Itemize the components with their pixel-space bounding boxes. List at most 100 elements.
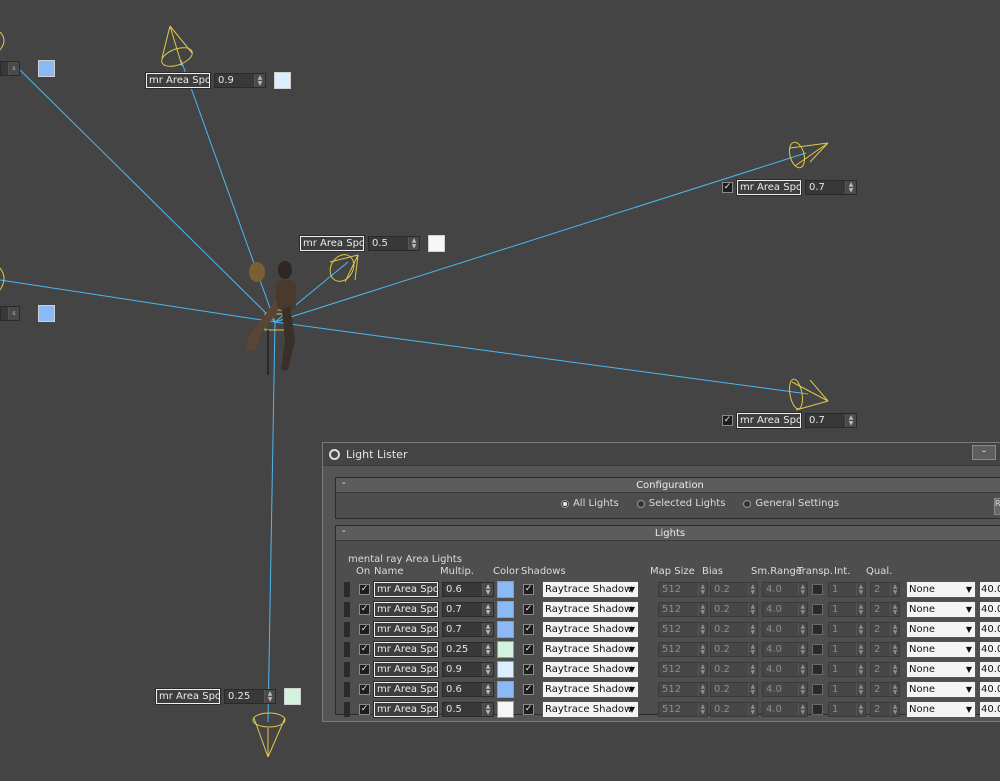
spinner-arrows[interactable]: ▲ ▼ bbox=[482, 603, 493, 616]
spinner-arrows[interactable]: ▲ ▼ bbox=[747, 583, 757, 596]
spinner-arrows[interactable]: ▲ ▼ bbox=[697, 583, 707, 596]
spinner-arrows[interactable]: ▲ ▼ bbox=[482, 583, 493, 596]
int-spinner[interactable]: 1 ▲ ▼ bbox=[828, 602, 866, 617]
spinner-arrows[interactable]: ▲ ▼ bbox=[264, 690, 275, 703]
multiplier-value[interactable]: 0.7 bbox=[806, 414, 845, 427]
transparency-checkbox[interactable] bbox=[812, 704, 823, 715]
spinner-arrows[interactable]: ▲ ▼ bbox=[797, 683, 807, 696]
spinner-arrows[interactable]: ▲ ▼ bbox=[697, 603, 707, 616]
multiplier-spinner[interactable]: 0.6 ▲ ▼ bbox=[442, 682, 494, 697]
light-name-field[interactable]: mr Area Spot bbox=[373, 581, 439, 598]
shadow-type-dropdown[interactable]: Raytrace Shadow ▼ bbox=[542, 641, 639, 658]
row-select-strip[interactable] bbox=[344, 622, 350, 637]
map-size-spinner[interactable]: 512 ▲ ▼ bbox=[658, 602, 708, 617]
light-color-swatch[interactable] bbox=[497, 681, 514, 698]
projector-dropdown[interactable]: None ▼ bbox=[906, 641, 976, 658]
viewport-light-label[interactable]: mr Area Spot 0.5 ▲ ▼ bbox=[299, 235, 445, 252]
light-color-swatch[interactable] bbox=[428, 235, 445, 252]
spinner-arrows[interactable]: ▲ ▼ bbox=[482, 663, 493, 676]
transparency-checkbox[interactable] bbox=[812, 664, 823, 675]
refresh-button[interactable]: R bbox=[994, 498, 1000, 515]
map-size-spinner[interactable]: 512 ▲ ▼ bbox=[658, 642, 708, 657]
multiplier-spinner[interactable]: 0.7 ▲ ▼ bbox=[442, 622, 494, 637]
viewport-light-label-partial[interactable]: s bbox=[0, 60, 55, 77]
decay-value-field[interactable]: 40.0 bbox=[980, 602, 1000, 617]
spinner-arrows[interactable]: ▲ ▼ bbox=[797, 603, 807, 616]
decay-value-field[interactable]: 40.0 bbox=[980, 702, 1000, 717]
transparency-checkbox[interactable] bbox=[812, 684, 823, 695]
light-on-checkbox[interactable]: ✓ bbox=[722, 415, 733, 426]
sm-range-spinner[interactable]: 4.0 ▲ ▼ bbox=[762, 682, 808, 697]
multiplier-spinner[interactable]: 0.5 ▲ ▼ bbox=[442, 702, 494, 717]
multiplier-value[interactable]: 0.6 bbox=[443, 583, 482, 596]
viewport-light-label[interactable]: ✓ mr Area Spot 0.7 ▲ ▼ bbox=[722, 412, 857, 429]
light-color-swatch[interactable] bbox=[497, 641, 514, 658]
row-select-strip[interactable] bbox=[344, 642, 350, 657]
multiplier-spinner[interactable]: s bbox=[0, 306, 20, 321]
spinner-arrows[interactable]: ▲ ▼ bbox=[890, 623, 899, 636]
collapse-icon[interactable]: - bbox=[342, 478, 346, 489]
radio-all-lights[interactable]: All Lights bbox=[560, 498, 619, 509]
spinner-arrows[interactable]: ▲ ▼ bbox=[890, 703, 899, 716]
light-color-swatch[interactable] bbox=[274, 72, 291, 89]
map-size-spinner[interactable]: 512 ▲ ▼ bbox=[658, 662, 708, 677]
spinner-arrows[interactable]: ▲ ▼ bbox=[482, 703, 493, 716]
spinner-arrows[interactable]: ▲ ▼ bbox=[855, 603, 865, 616]
qual-spinner[interactable]: 2 ▲ ▼ bbox=[870, 702, 900, 717]
sm-range-spinner[interactable]: 4.0 ▲ ▼ bbox=[762, 602, 808, 617]
spinner-arrows[interactable]: ▲ ▼ bbox=[697, 623, 707, 636]
qual-spinner[interactable]: 2 ▲ ▼ bbox=[870, 662, 900, 677]
row-select-strip[interactable] bbox=[344, 582, 350, 597]
row-select-strip[interactable] bbox=[344, 662, 350, 677]
spinner-arrows[interactable]: ▲ ▼ bbox=[855, 583, 865, 596]
projector-dropdown[interactable]: None ▼ bbox=[906, 581, 976, 598]
light-on-checkbox[interactable]: ✓ bbox=[359, 704, 370, 715]
multiplier-spinner[interactable]: 0.9 ▲ ▼ bbox=[214, 73, 266, 88]
light-on-checkbox[interactable]: ✓ bbox=[722, 182, 733, 193]
light-name-field[interactable]: mr Area Spot bbox=[373, 681, 439, 698]
bias-spinner[interactable]: 0.2 ▲ ▼ bbox=[710, 582, 758, 597]
multiplier-value[interactable]: 0.7 bbox=[443, 623, 482, 636]
row-select-strip[interactable] bbox=[344, 682, 350, 697]
spinner-arrows[interactable]: ▲ ▼ bbox=[797, 623, 807, 636]
spinner-arrows[interactable]: ▲ ▼ bbox=[747, 603, 757, 616]
spinner-arrows[interactable]: ▲ ▼ bbox=[482, 643, 493, 656]
multiplier-spinner[interactable]: 0.9 ▲ ▼ bbox=[442, 662, 494, 677]
multiplier-value[interactable]: 0.5 bbox=[443, 703, 482, 716]
radio-unselected-icon[interactable] bbox=[636, 499, 645, 508]
bias-spinner[interactable]: 0.2 ▲ ▼ bbox=[710, 682, 758, 697]
int-spinner[interactable]: 1 ▲ ▼ bbox=[828, 702, 866, 717]
light-name-field[interactable]: mr Area Spot bbox=[736, 412, 802, 429]
qual-spinner[interactable]: 2 ▲ ▼ bbox=[870, 642, 900, 657]
spinner-arrows[interactable]: ▲ ▼ bbox=[747, 663, 757, 676]
light-color-swatch[interactable] bbox=[284, 688, 301, 705]
bias-spinner[interactable]: 0.2 ▲ ▼ bbox=[710, 702, 758, 717]
light-color-swatch[interactable] bbox=[497, 701, 514, 718]
light-name-field[interactable]: mr Area Spot bbox=[373, 621, 439, 638]
light-on-checkbox[interactable]: ✓ bbox=[359, 664, 370, 675]
light-color-swatch[interactable] bbox=[497, 621, 514, 638]
sm-range-spinner[interactable]: 4.0 ▲ ▼ bbox=[762, 642, 808, 657]
sm-range-spinner[interactable]: 4.0 ▲ ▼ bbox=[762, 582, 808, 597]
spinner-arrows[interactable]: ▲ ▼ bbox=[408, 237, 419, 250]
decay-value-field[interactable]: 40.0 bbox=[980, 582, 1000, 597]
spinner-arrows[interactable]: s bbox=[8, 307, 19, 320]
radio-general-settings[interactable]: General Settings bbox=[743, 498, 839, 509]
multiplier-spinner[interactable]: 0.7 ▲ ▼ bbox=[805, 413, 857, 428]
lights-rollout-header[interactable]: - Lights bbox=[336, 526, 1000, 541]
qual-spinner[interactable]: 2 ▲ ▼ bbox=[870, 602, 900, 617]
projector-dropdown[interactable]: None ▼ bbox=[906, 681, 976, 698]
shadow-type-dropdown[interactable]: Raytrace Shadow ▼ bbox=[542, 701, 639, 718]
qual-spinner[interactable]: 2 ▲ ▼ bbox=[870, 682, 900, 697]
shadow-on-checkbox[interactable]: ✓ bbox=[523, 624, 534, 635]
light-color-swatch[interactable] bbox=[38, 305, 55, 322]
configuration-rollout-header[interactable]: - Configuration bbox=[336, 478, 1000, 493]
shadow-type-dropdown[interactable]: Raytrace Shadow ▼ bbox=[542, 661, 639, 678]
shadow-type-dropdown[interactable]: Raytrace Shadow ▼ bbox=[542, 681, 639, 698]
int-spinner[interactable]: 1 ▲ ▼ bbox=[828, 642, 866, 657]
light-name-field[interactable]: mr Area Spot bbox=[155, 688, 221, 705]
multiplier-spinner[interactable]: 0.25 ▲ ▼ bbox=[224, 689, 276, 704]
multiplier-spinner[interactable]: 0.7 ▲ ▼ bbox=[442, 602, 494, 617]
shadow-type-dropdown[interactable]: Raytrace Shadow ▼ bbox=[542, 601, 639, 618]
shadow-on-checkbox[interactable]: ✓ bbox=[523, 664, 534, 675]
